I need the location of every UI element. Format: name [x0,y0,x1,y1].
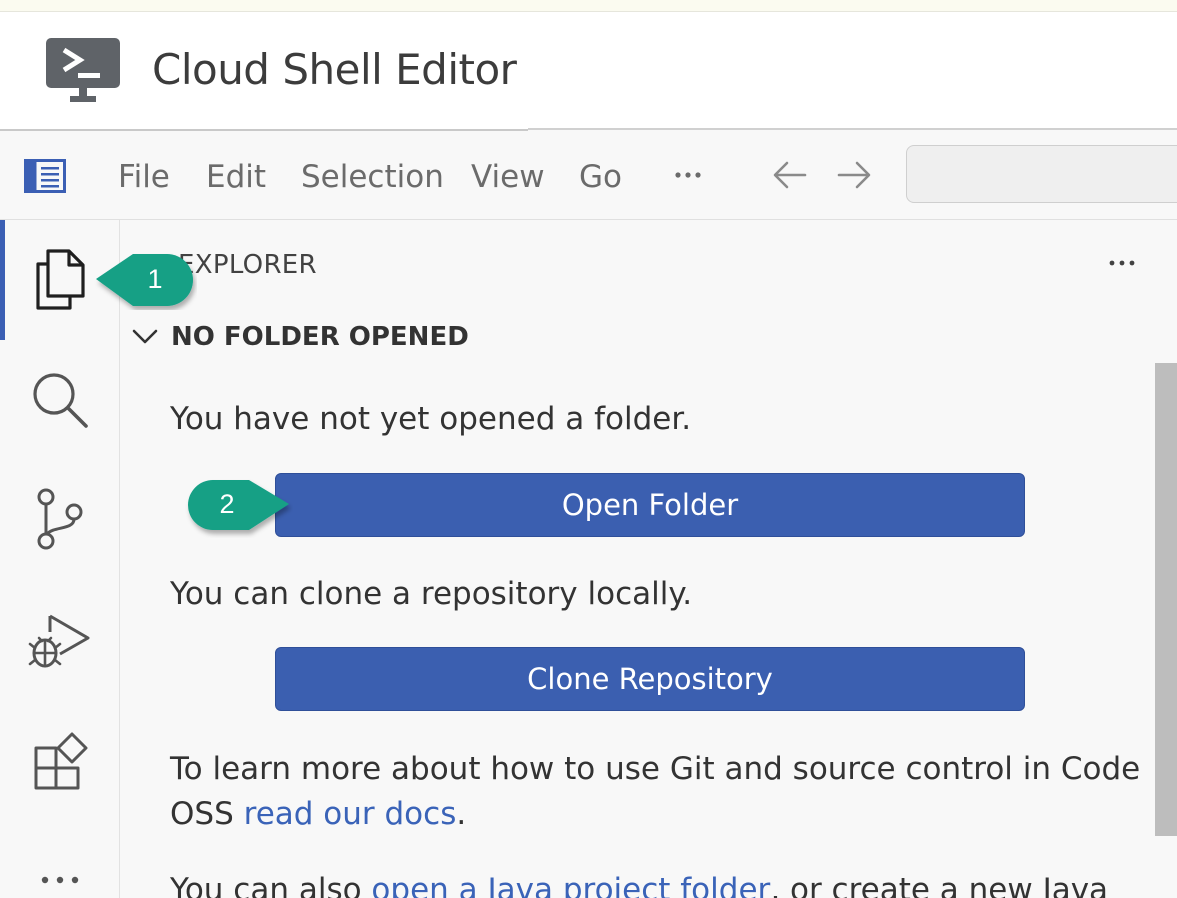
menubar: File Edit Selection View Go [0,131,1177,220]
command-center-search[interactable] [906,145,1177,203]
learn-more-suffix: . [456,796,467,832]
arrow-left-icon[interactable] [771,157,809,193]
java-prefix: You can also [170,872,372,898]
source-control-icon[interactable] [26,486,92,552]
menu-selection[interactable]: Selection [301,157,444,197]
learn-more-prefix: OSS [170,796,244,832]
chevron-down-icon [132,329,158,344]
ellipsis-icon[interactable] [26,860,92,898]
menu-file[interactable]: File [118,157,170,197]
explorer-title: EXPLORER [178,250,317,280]
menu-edit[interactable]: Edit [206,157,266,197]
callout-1-label: 1 [147,264,163,294]
open-java-project-link[interactable]: open a Java project folder [371,872,770,898]
ellipsis-icon[interactable] [1105,250,1139,276]
app-title: Cloud Shell Editor [152,45,517,94]
callout-2-label: 2 [219,489,235,519]
active-indicator [0,220,5,340]
header-divider [528,128,1177,130]
open-folder-button[interactable]: Open Folder [275,473,1025,537]
menu-go[interactable]: Go [579,157,622,197]
explorer-files-icon[interactable] [26,246,92,312]
activity-bar [0,220,120,898]
sidebar-toggle-icon[interactable] [24,159,66,193]
cloud-shell-editor-window: Cloud Shell Editor File Edit Selection V… [0,0,1177,898]
terminal-monitor-icon [46,38,120,102]
java-message: You can also open a Java project folder,… [170,868,1108,898]
arrow-right-icon[interactable] [835,157,873,193]
no-folder-section-header[interactable]: NO FOLDER OPENED [130,318,730,356]
menu-view[interactable]: View [471,157,545,197]
top-strip [0,0,1177,12]
read-our-docs-link[interactable]: read our docs [244,796,457,832]
run-debug-icon[interactable] [26,606,92,672]
menu-more-ellipsis-icon[interactable] [670,157,706,193]
explorer-sidebar: EXPLORER NO FOLDER OPENED You have not y… [120,220,1177,898]
extensions-icon[interactable] [26,726,92,792]
java-suffix: , or create a new Java [770,872,1109,898]
no-folder-message: You have not yet opened a folder. [170,401,692,437]
sidebar-scrollbar[interactable] [1155,363,1177,836]
clone-repository-button[interactable]: Clone Repository [275,647,1025,711]
search-icon[interactable] [26,366,92,432]
learn-more-line-2: OSS read our docs. [170,792,466,836]
clone-message: You can clone a repository locally. [170,576,693,612]
learn-more-line-1: To learn more about how to use Git and s… [170,751,1141,787]
section-title: NO FOLDER OPENED [171,322,469,352]
